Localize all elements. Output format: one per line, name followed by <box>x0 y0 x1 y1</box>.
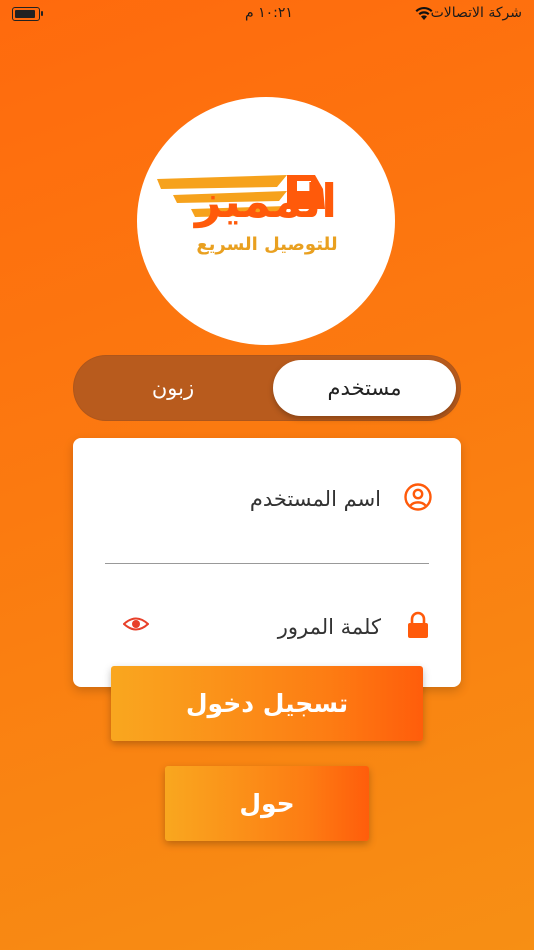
battery-icon <box>12 7 43 21</box>
tab-user[interactable]: مستخدم <box>273 360 456 416</box>
field-divider <box>105 563 429 564</box>
user-icon <box>404 483 432 511</box>
logo-subtitle: للتوصيل السريع <box>196 234 338 255</box>
show-password-eye-icon[interactable] <box>123 614 149 634</box>
about-button[interactable]: حول <box>165 766 369 841</box>
logo-title: المميز <box>194 174 338 228</box>
clock: ١٠:٢١ م <box>245 5 293 21</box>
account-type-toggle[interactable]: مستخدم زبون <box>73 355 461 421</box>
username-input[interactable] <box>149 478 383 520</box>
login-card <box>73 438 461 687</box>
username-field <box>103 468 433 528</box>
password-field <box>103 596 433 656</box>
tab-customer[interactable]: زبون <box>78 360 268 416</box>
app-logo: المميز للتوصيل السريع <box>137 97 395 345</box>
login-button[interactable]: تسجيل دخول <box>111 666 423 741</box>
wifi-icon <box>415 6 433 20</box>
status-bar: شركة الاتصالات ١٠:٢١ م <box>0 0 534 28</box>
lock-icon <box>408 611 428 638</box>
carrier-name: شركة الاتصالات <box>430 5 522 21</box>
password-input[interactable] <box>149 606 383 648</box>
